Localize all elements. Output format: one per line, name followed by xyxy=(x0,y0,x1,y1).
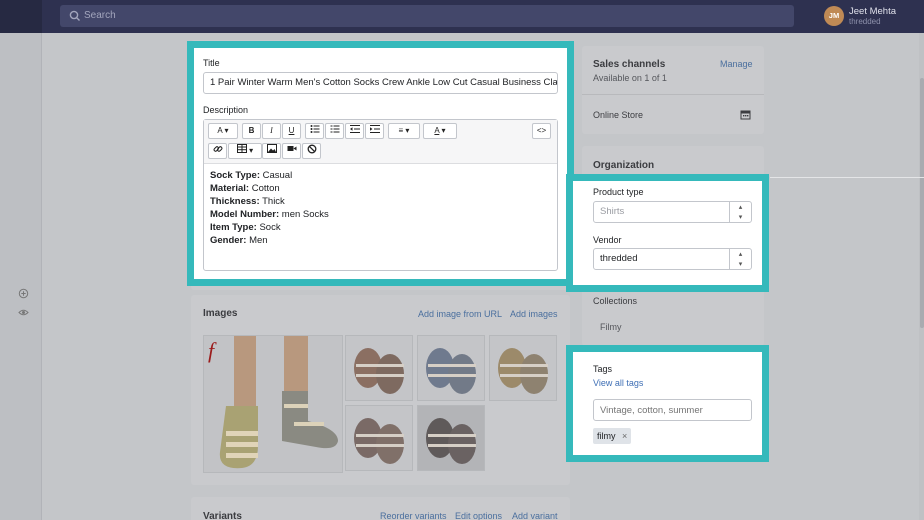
scrollbar[interactable] xyxy=(919,33,924,520)
edit-options-link[interactable]: Edit options xyxy=(455,511,502,520)
product-type-field[interactable]: Shirts ▴ ▾ xyxy=(593,201,752,223)
tag-chip-label: filmy xyxy=(597,431,616,441)
product-image-5[interactable] xyxy=(345,405,413,471)
numbered-list-icon xyxy=(330,125,339,133)
product-image-3[interactable] xyxy=(417,335,485,401)
eye-icon[interactable] xyxy=(18,307,29,318)
add-variant-link[interactable]: Add variant xyxy=(512,511,558,520)
product-image-6[interactable] xyxy=(417,405,485,471)
text-color-button[interactable]: A ▾ xyxy=(423,123,457,139)
type-vendor-highlight: Product type Shirts ▴ ▾ Vendor thredded ▴… xyxy=(566,174,769,292)
underline-button[interactable]: U xyxy=(282,123,301,139)
search-bar[interactable]: Search xyxy=(60,5,794,27)
description-line: Sock Type: Casual xyxy=(210,170,293,181)
description-line: Material: Cotton xyxy=(210,183,280,194)
left-rail xyxy=(0,33,42,520)
logo-area xyxy=(0,0,42,33)
title-description-highlight: Title 1 Pair Winter Warm Men's Cotton So… xyxy=(187,41,574,286)
search-placeholder: Search xyxy=(84,10,116,21)
online-store-label: Online Store xyxy=(593,110,644,120)
manage-link[interactable]: Manage xyxy=(720,59,753,69)
view-all-tags-link[interactable]: View all tags xyxy=(593,378,643,388)
description-label: Description xyxy=(203,105,249,115)
video-icon xyxy=(287,146,296,151)
availability-text: Available on 1 of 1 xyxy=(593,73,667,83)
description-editor[interactable]: A ▾ B I U ≡ ▾ A ▾ <> ▾ Sock Type: Casual… xyxy=(203,119,558,271)
svg-text:f: f xyxy=(208,338,217,363)
description-line: Item Type: Sock xyxy=(210,222,281,233)
link-icon xyxy=(213,146,222,152)
circle-plus-icon[interactable] xyxy=(18,288,29,299)
clear-format-icon xyxy=(307,144,316,154)
sales-channels-title: Sales channels xyxy=(593,59,666,70)
description-line: Thickness: Thick xyxy=(210,196,285,207)
vendor-label: Vendor xyxy=(593,235,622,245)
vendor-select[interactable]: thredded ▴ ▾ xyxy=(593,248,752,270)
add-image-url-link[interactable]: Add image from URL xyxy=(418,309,502,319)
tags-label: Tags xyxy=(593,364,613,374)
add-images-link[interactable]: Add images xyxy=(510,309,558,319)
product-image-main[interactable]: f xyxy=(203,335,343,473)
bullet-list-button[interactable] xyxy=(305,123,324,139)
tags-input[interactable] xyxy=(593,399,752,421)
outdent-icon xyxy=(349,125,360,133)
product-image-4[interactable] xyxy=(489,335,557,401)
select-arrows-icon: ▴ ▾ xyxy=(729,202,751,222)
top-bar: Search JM Jeet Mehta thredded xyxy=(0,0,924,33)
align-button[interactable]: ≡ ▾ xyxy=(388,123,420,139)
collection-item-filmy[interactable]: Filmy xyxy=(600,322,622,332)
select-arrows-icon: ▴ ▾ xyxy=(729,249,751,269)
images-title: Images xyxy=(203,308,238,319)
user-name[interactable]: Jeet Mehta xyxy=(849,6,896,17)
indent-button[interactable] xyxy=(365,123,384,139)
insert-video-button[interactable] xyxy=(282,143,301,159)
collections-label: Collections xyxy=(593,296,638,306)
editor-toolbar: A ▾ B I U ≡ ▾ A ▾ <> ▾ xyxy=(204,120,557,164)
store-name: thredded xyxy=(849,17,881,26)
indent-icon xyxy=(369,125,380,133)
bold-button[interactable]: B xyxy=(242,123,261,139)
clear-formatting-button[interactable] xyxy=(302,143,321,159)
description-line: Model Number: men Socks xyxy=(210,209,329,220)
bullet-list-icon xyxy=(310,125,319,133)
tags-highlight: Tags View all tags filmy × xyxy=(566,345,769,462)
remove-tag-icon[interactable]: × xyxy=(622,431,627,441)
variants-title: Variants xyxy=(203,511,242,520)
tag-chip: filmy × xyxy=(593,428,632,444)
calendar-icon[interactable] xyxy=(740,109,751,120)
search-icon xyxy=(69,10,80,21)
table-icon xyxy=(236,144,247,153)
insert-image-button[interactable] xyxy=(262,143,281,159)
product-type-label: Product type xyxy=(593,187,644,197)
outdent-button[interactable] xyxy=(345,123,364,139)
numbered-list-button[interactable] xyxy=(325,123,344,139)
title-field[interactable]: 1 Pair Winter Warm Men's Cotton Socks Cr… xyxy=(203,72,558,94)
variants-card: Variants Reorder variants Edit options A… xyxy=(191,497,570,520)
image-icon xyxy=(266,144,277,153)
sales-channels-card: Sales channels Manage Available on 1 of … xyxy=(582,46,764,134)
title-label: Title xyxy=(203,58,220,68)
italic-button[interactable]: I xyxy=(262,123,281,139)
avatar[interactable]: JM xyxy=(824,6,844,26)
reorder-variants-link[interactable]: Reorder variants xyxy=(380,511,447,520)
font-style-button[interactable]: A ▾ xyxy=(208,123,238,139)
organization-title: Organization xyxy=(593,160,655,171)
link-button[interactable] xyxy=(208,143,227,159)
description-line: Gender: Men xyxy=(210,235,268,246)
images-card: Images Add image from URL Add images f xyxy=(191,295,570,485)
table-button[interactable]: ▾ xyxy=(228,143,262,159)
product-image-2[interactable] xyxy=(345,335,413,401)
html-toggle-button[interactable]: <> xyxy=(532,123,551,139)
